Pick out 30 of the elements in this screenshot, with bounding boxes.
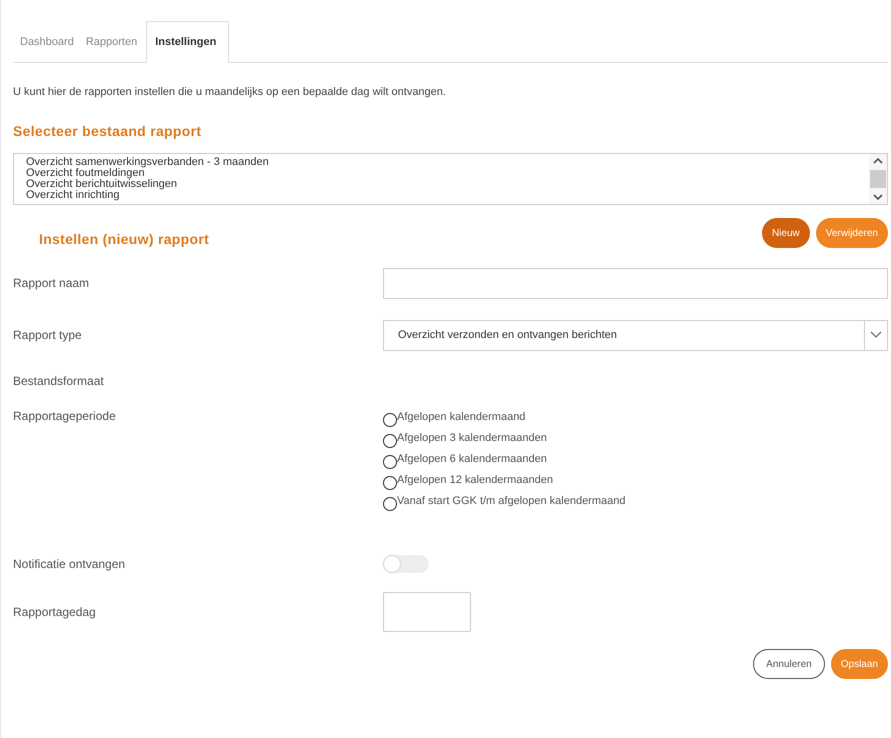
input-field[interactable]	[383, 268, 888, 298]
report-list-item[interactable]: Overzicht inrichting	[26, 190, 857, 201]
radio-option[interactable]: Afgelopen 12 kalendermaanden	[383, 472, 888, 488]
field-label: Rapportagedag	[13, 605, 97, 619]
scrollbar[interactable]	[869, 154, 887, 204]
select-field[interactable]: Overzicht verzonden en ontvangen berichten	[383, 320, 888, 350]
report-list-item[interactable]: Overzicht foutmeldingen	[26, 168, 857, 179]
radio-option[interactable]: Vanaf start GGK t/m afgelopen kalendermaand	[383, 493, 888, 509]
radio-option[interactable]: Afgelopen 6 kalendermaanden	[383, 451, 888, 467]
report-list-item[interactable]: Overzicht samenwerkingsverbanden - 3 maanden	[26, 157, 857, 168]
field-label: Bestandsformaat	[13, 374, 105, 388]
section-heading: Instellen (nieuw) rapport	[39, 231, 210, 247]
field-label: Rapportageperiode	[13, 409, 117, 423]
radio-option[interactable]: Afgelopen 3 kalendermaanden	[383, 430, 888, 446]
intro-text: U kunt hier de rapporten instellen die u maandelijks op een bepaalde dag wilt ontvangen.	[13, 86, 447, 98]
input-field[interactable]	[383, 592, 471, 632]
report-list-item[interactable]: Overzicht berichtuitwisselingen	[26, 179, 857, 190]
new-button[interactable]: Nieuw	[762, 218, 810, 248]
section-heading: Selecteer bestaand rapport	[13, 123, 202, 139]
tab[interactable]: Dashboard	[13, 21, 79, 63]
field-label: Notificatie ontvangen	[13, 557, 126, 571]
radio-option[interactable]: Afgelopen kalendermaand	[383, 409, 888, 425]
caret-icon	[870, 331, 882, 339]
field-label: Rapport naam	[13, 276, 90, 290]
field-label: Rapport type	[13, 328, 83, 342]
report-listbox[interactable]: Overzicht samenwerkingsverbanden - 3 maanden Overzicht foutmeldingen Overzicht berichtuitwisselingen Overzicht inrichting	[13, 153, 888, 205]
toggle-switch[interactable]	[383, 555, 429, 573]
cancel-button[interactable]: Annuleren	[753, 649, 825, 679]
tab[interactable]: Rapporten	[78, 21, 142, 63]
tab[interactable]: Instellingen	[146, 21, 230, 63]
